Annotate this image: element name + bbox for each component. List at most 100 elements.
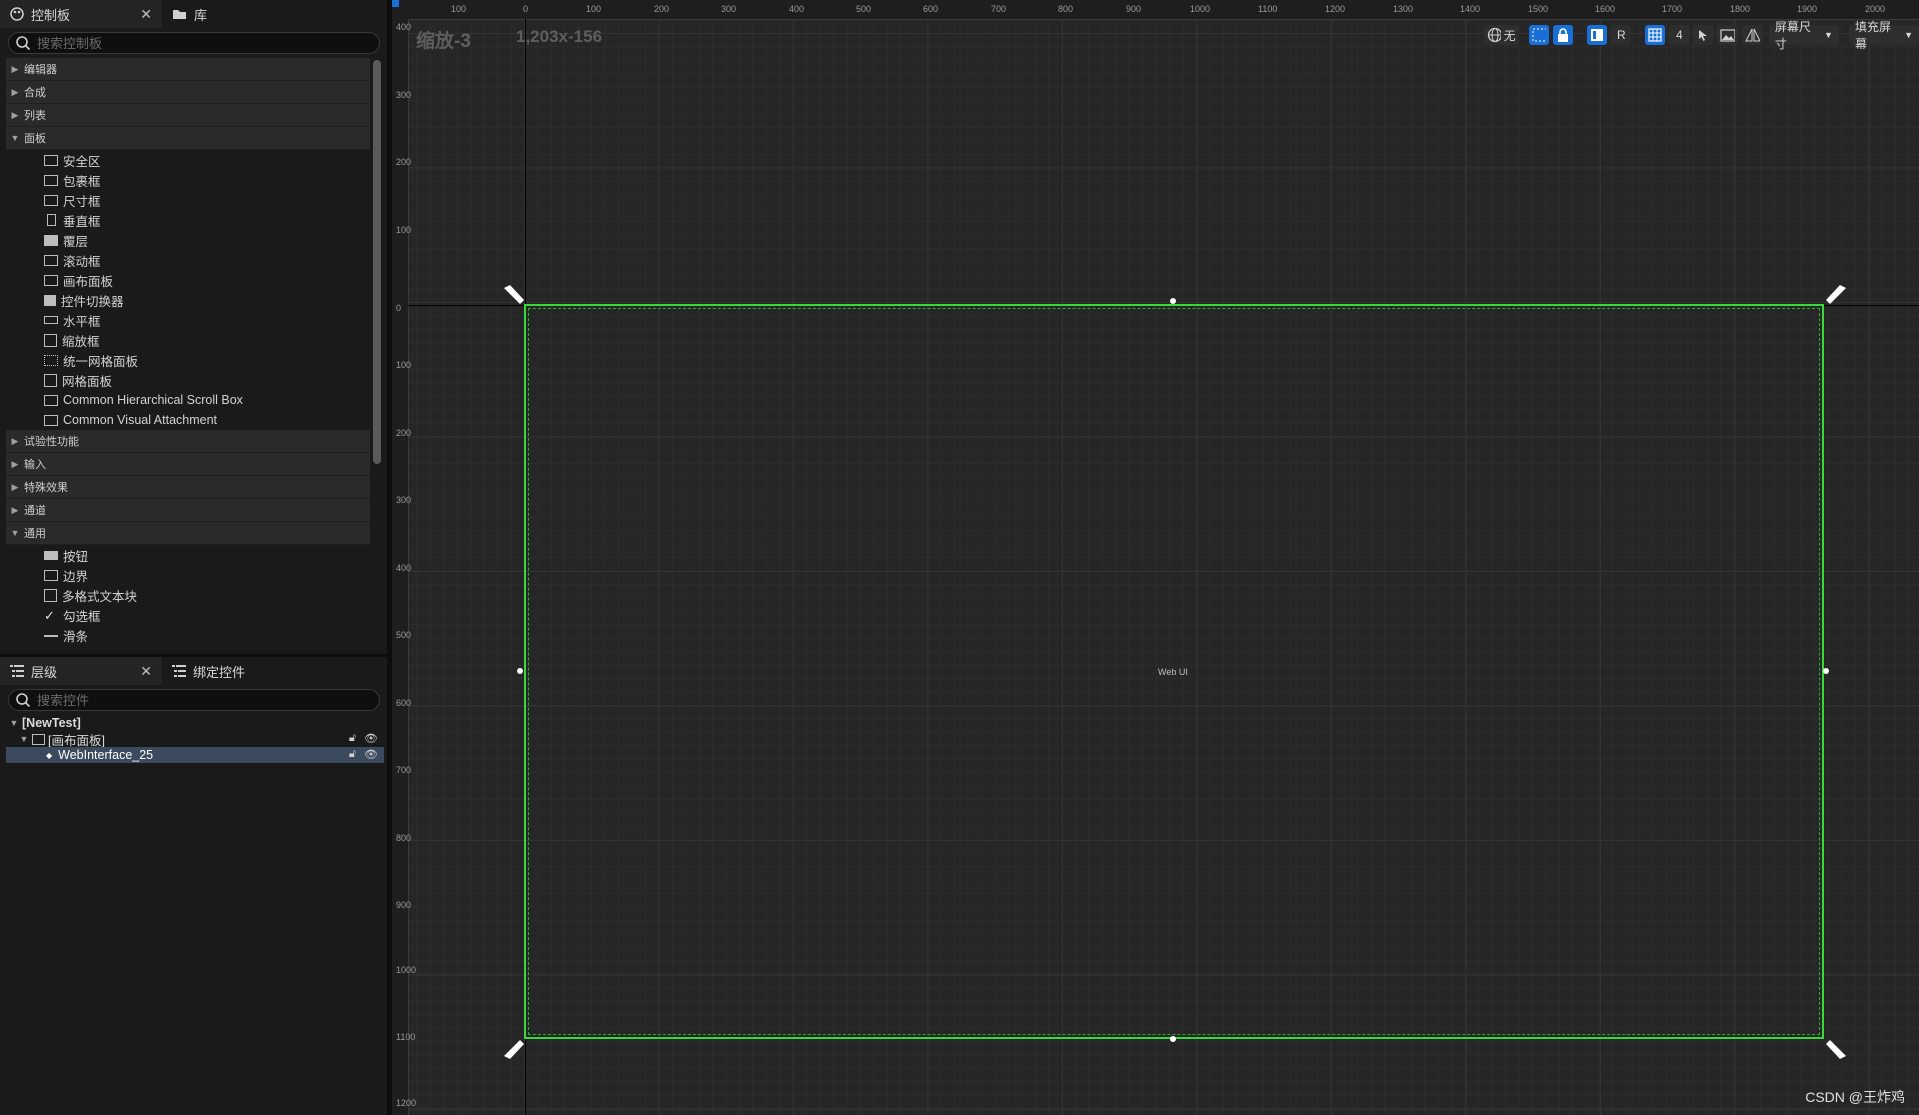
- resize-handle-right[interactable]: [1823, 668, 1829, 674]
- anchor-bottom-right-icon[interactable]: [1824, 1036, 1848, 1060]
- category-experimental[interactable]: ▶ 试验性功能: [6, 430, 370, 453]
- palette-item-button[interactable]: 按钮: [6, 545, 370, 565]
- palette-item-wrap-box[interactable]: 包裹框: [6, 170, 370, 190]
- ruler-label: 800: [1058, 4, 1074, 14]
- resize-handle-top[interactable]: [1170, 298, 1176, 304]
- category-panel[interactable]: ▼ 面板: [6, 127, 370, 150]
- palette-item-scale-box[interactable]: 缩放框: [6, 330, 370, 350]
- palette-list: ▶ 编辑器 ▶ 合成 ▶ 列表 ▼ 面板 安全区 包裹框 尺寸框 垂直框 覆层 滚动框 …: [6, 58, 370, 650]
- zoom-indicator: 缩放-3: [416, 31, 471, 52]
- folder-icon: [173, 10, 186, 19]
- palette-item-label: 包裹框: [63, 174, 101, 189]
- category-composite[interactable]: ▶ 合成: [6, 81, 370, 104]
- category-label: 特殊效果: [24, 482, 68, 494]
- palette-item-scroll-box[interactable]: 滚动框: [6, 250, 370, 270]
- chevron-right-icon: ▶: [11, 504, 19, 515]
- unlock-icon[interactable]: 🔓︎: [349, 748, 356, 761]
- category-label: 试验性功能: [24, 436, 79, 448]
- tree-row-canvas-panel[interactable]: ▼ [画布面板] 🔓︎ 👁︎: [6, 731, 384, 748]
- hierarchy-search[interactable]: [8, 689, 380, 711]
- hierarchy-tabbar: 层级 ✕ 绑定控件: [0, 657, 387, 685]
- ruler-label: 400: [789, 4, 805, 14]
- tab-palette[interactable]: 控制板 ✕: [0, 0, 162, 28]
- category-channel[interactable]: ▶ 通道: [6, 499, 370, 522]
- palette-item-safe-zone[interactable]: 安全区: [6, 150, 370, 170]
- canvas-panel-icon: [44, 274, 58, 286]
- close-icon[interactable]: ✕: [140, 6, 152, 23]
- palette-item-canvas-panel[interactable]: 画布面板: [6, 270, 370, 290]
- ruler-label: 300: [396, 495, 412, 505]
- canvas-panel-icon: [32, 733, 45, 745]
- eye-icon[interactable]: 👁︎: [364, 732, 378, 745]
- category-special-effects[interactable]: ▶ 特殊效果: [6, 476, 370, 499]
- wrap-box-icon: [44, 174, 58, 186]
- vertical-box-icon: [47, 214, 56, 226]
- palette-item-checkbox[interactable]: ✓ 勾选框: [6, 605, 370, 625]
- ruler-label: 1000: [396, 965, 417, 975]
- grid-size-value[interactable]: 4: [1669, 25, 1690, 45]
- palette-item-vertical-box[interactable]: 垂直框: [6, 210, 370, 230]
- category-label: 面板: [24, 133, 46, 145]
- fill-screen-dropdown[interactable]: 填充屏幕 ▼: [1848, 20, 1919, 51]
- ruler-label: 1700: [1662, 4, 1683, 14]
- palette-item-label: 画布面板: [63, 274, 114, 289]
- palette-item-rich-text[interactable]: 多格式文本块: [6, 585, 370, 605]
- ruler-label: 1300: [1393, 4, 1414, 14]
- lock-button[interactable]: [1553, 25, 1574, 45]
- palette-search[interactable]: [8, 32, 380, 54]
- chevron-right-icon: ▶: [11, 435, 19, 446]
- ruler-label: 1000: [1190, 4, 1211, 14]
- ruler-label: 600: [396, 698, 412, 708]
- palette-item-label: 边界: [63, 569, 89, 584]
- world-button[interactable]: 无: [1484, 25, 1519, 45]
- palette-search-input[interactable]: [35, 34, 359, 52]
- close-icon[interactable]: ✕: [140, 663, 152, 680]
- tab-library[interactable]: 库: [162, 0, 262, 28]
- palette-item-widget-switcher[interactable]: 控件切换器: [6, 290, 370, 310]
- anchor-bottom-left-icon[interactable]: [502, 1036, 526, 1060]
- palette-item-common-hierarchical-scroll-box[interactable]: Common Hierarchical Scroll Box: [6, 390, 370, 410]
- palette-item-grid-panel[interactable]: 网格面板: [6, 370, 370, 390]
- eye-icon[interactable]: 👁︎: [364, 748, 378, 761]
- resize-handle-left[interactable]: [517, 668, 523, 674]
- screen-size-dropdown[interactable]: 屏幕尺寸 ▼: [1768, 20, 1839, 51]
- chevron-right-icon: ▶: [11, 481, 19, 492]
- palette-item-border[interactable]: 边界: [6, 565, 370, 585]
- category-lists[interactable]: ▶ 列表: [6, 104, 370, 127]
- unlock-icon[interactable]: 🔓︎: [349, 732, 356, 745]
- category-input[interactable]: ▶ 输入: [6, 453, 370, 476]
- anchor-top-right-icon[interactable]: [1824, 284, 1848, 308]
- palette-item-common-visual-attachment[interactable]: Common Visual Attachment: [6, 410, 370, 430]
- ruler-label: 1800: [1730, 4, 1751, 14]
- r-button[interactable]: R: [1611, 25, 1632, 45]
- anchor-top-left-icon[interactable]: [502, 284, 526, 308]
- ruler-label: 300: [721, 4, 737, 14]
- ruler-label: 1200: [1325, 4, 1346, 14]
- tab-bind-widget[interactable]: 绑定控件: [162, 657, 292, 685]
- tab-hierarchy[interactable]: 层级 ✕: [0, 657, 162, 685]
- ruler-label: 1100: [396, 1032, 416, 1042]
- palette-item-slider[interactable]: 滑条: [6, 625, 370, 645]
- ruler-label: 1600: [1595, 4, 1616, 14]
- palette-item-overlay[interactable]: 覆层: [6, 230, 370, 250]
- tree-row-web-interface[interactable]: ◆ WebInterface_25 🔓︎ 👁︎: [6, 747, 384, 763]
- ruler-label: 0: [523, 4, 529, 14]
- category-common[interactable]: ▼ 通用: [6, 522, 370, 545]
- palette-scrollbar[interactable]: [373, 60, 381, 464]
- palette-item-uniform-grid[interactable]: 统一网格面板: [6, 350, 370, 370]
- layout-button[interactable]: [1587, 25, 1608, 45]
- cursor-button[interactable]: [1693, 25, 1714, 45]
- hierarchy-icon: [10, 665, 24, 677]
- ruler-label: 500: [856, 4, 872, 14]
- palette-item-horizontal-box[interactable]: 水平框: [6, 310, 370, 330]
- grid-icon: [1648, 28, 1662, 42]
- category-label: 编辑器: [24, 64, 57, 76]
- image-button[interactable]: [1717, 25, 1739, 45]
- grid-toggle-button[interactable]: [1645, 25, 1666, 45]
- snap-button[interactable]: [1528, 25, 1550, 45]
- category-editor[interactable]: ▶ 编辑器: [6, 58, 370, 81]
- hierarchy-search-input[interactable]: [35, 691, 359, 709]
- palette-item-size-box[interactable]: 尺寸框: [6, 190, 370, 210]
- mirror-button[interactable]: [1742, 25, 1763, 45]
- resize-handle-bottom[interactable]: [1170, 1036, 1176, 1042]
